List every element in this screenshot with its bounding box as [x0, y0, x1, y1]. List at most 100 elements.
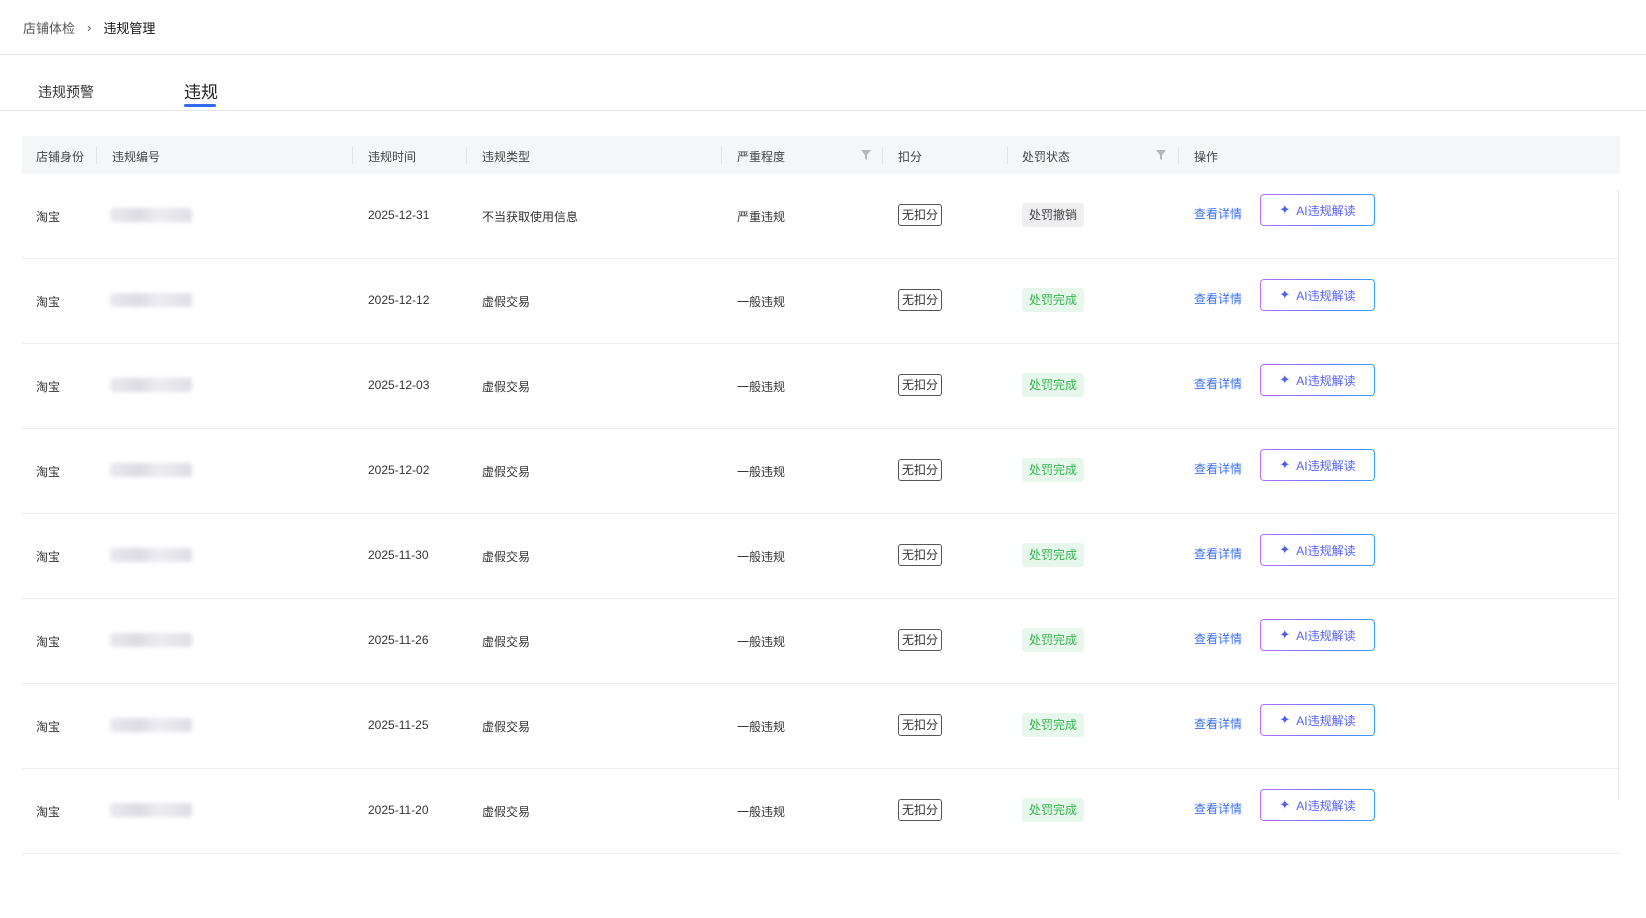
header-violation-type: 违规类型: [482, 150, 531, 164]
deduction-tag: 无扣分: [898, 544, 943, 566]
violation-no-cell-redacted: [110, 803, 192, 817]
penalty-status-badge: 处罚完成: [1022, 373, 1085, 397]
deduction-tag: 无扣分: [898, 459, 943, 481]
penalty-status-badge: 处罚完成: [1022, 458, 1085, 482]
ai-violation-explain-button[interactable]: ✦ AI违规解读: [1260, 534, 1375, 566]
violation-no-cell-redacted: [110, 633, 192, 647]
ai-button-label: AI违规解读: [1296, 288, 1356, 303]
ai-button-label: AI违规解读: [1296, 713, 1356, 728]
ai-violation-explain-button[interactable]: ✦ AI违规解读: [1260, 789, 1375, 821]
header-actions: 操作: [1194, 150, 1219, 164]
tab-violation-warning[interactable]: 违规预警: [38, 82, 94, 102]
header-violation-time: 违规时间: [368, 150, 417, 164]
violation-time-cell: 2025-12-12: [368, 293, 430, 307]
penalty-status-badge: 处罚完成: [1022, 543, 1085, 567]
violation-type-cell: 虚假交易: [482, 465, 531, 479]
view-details-link[interactable]: 查看详情: [1194, 205, 1242, 222]
table-row: 淘宝 2025-11-20 虚假交易 一般违规 无扣分 处罚完成 查看详情 ✦ …: [22, 769, 1620, 854]
violation-type-cell: 虚假交易: [482, 805, 531, 819]
table-row: 淘宝 2025-12-31 不当获取使用信息 严重违规 无扣分 处罚撤销 查看详…: [22, 174, 1620, 259]
header-shop-identity: 店铺身份: [36, 150, 85, 164]
severity-cell: 一般违规: [737, 295, 786, 309]
deduction-tag: 无扣分: [898, 714, 943, 736]
penalty-status-badge: 处罚完成: [1022, 288, 1085, 312]
ai-violation-explain-button[interactable]: ✦ AI违规解读: [1260, 279, 1375, 311]
header-severity: 严重程度: [737, 150, 786, 164]
chevron-right-icon: ›: [87, 19, 92, 35]
severity-cell: 一般违规: [737, 380, 786, 394]
header-violation-no: 违规编号: [112, 150, 161, 164]
violation-time-cell: 2025-11-20: [368, 803, 429, 817]
penalty-status-badge: 处罚完成: [1022, 798, 1085, 822]
ai-violation-explain-button[interactable]: ✦ AI违规解读: [1260, 449, 1375, 481]
deduction-tag: 无扣分: [898, 204, 943, 226]
view-details-link[interactable]: 查看详情: [1194, 545, 1242, 562]
violation-type-cell: 虚假交易: [482, 295, 531, 309]
sparkle-icon: ✦: [1279, 202, 1291, 217]
ai-button-label: AI违规解读: [1296, 543, 1356, 558]
column-divider: [96, 147, 97, 164]
severity-cell: 一般违规: [737, 465, 786, 479]
table-header: 店铺身份 违规编号 违规时间 违规类型 严重程度 扣分 处罚状态 操作: [22, 136, 1620, 174]
violation-no-cell-redacted: [110, 463, 192, 477]
table-row: 淘宝 2025-11-25 虚假交易 一般违规 无扣分 处罚完成 查看详情 ✦ …: [22, 684, 1620, 769]
sparkle-icon: ✦: [1279, 457, 1291, 472]
table-row: 淘宝 2025-11-30 虚假交易 一般违规 无扣分 处罚完成 查看详情 ✦ …: [22, 514, 1620, 599]
shop-identity-cell: 淘宝: [36, 295, 61, 309]
violation-type-cell: 虚假交易: [482, 720, 531, 734]
penalty-status-badge: 处罚完成: [1022, 628, 1085, 652]
violation-type-cell: 虚假交易: [482, 635, 531, 649]
view-details-link[interactable]: 查看详情: [1194, 630, 1242, 647]
violation-table: 店铺身份 违规编号 违规时间 违规类型 严重程度 扣分 处罚状态 操作 淘宝 2…: [22, 136, 1620, 854]
ai-violation-explain-button[interactable]: ✦ AI违规解读: [1260, 619, 1375, 651]
column-divider: [1178, 147, 1179, 164]
view-details-link[interactable]: 查看详情: [1194, 290, 1242, 307]
ai-violation-explain-button[interactable]: ✦ AI违规解读: [1260, 194, 1375, 226]
table-row: 淘宝 2025-11-26 虚假交易 一般违规 无扣分 处罚完成 查看详情 ✦ …: [22, 599, 1620, 684]
column-divider: [721, 147, 722, 164]
violation-no-cell-redacted: [110, 548, 192, 562]
ai-violation-explain-button[interactable]: ✦ AI违规解读: [1260, 704, 1375, 736]
deduction-tag: 无扣分: [898, 799, 943, 821]
severity-cell: 一般违规: [737, 805, 786, 819]
ai-button-label: AI违规解读: [1296, 373, 1356, 388]
filter-icon[interactable]: [861, 150, 871, 160]
shop-identity-cell: 淘宝: [36, 635, 61, 649]
shop-identity-cell: 淘宝: [36, 805, 61, 819]
ai-button-label: AI违规解读: [1296, 798, 1356, 813]
violation-time-cell: 2025-12-02: [368, 463, 430, 477]
header-deduction: 扣分: [898, 150, 923, 164]
violation-no-cell-redacted: [110, 378, 192, 392]
severity-cell: 一般违规: [737, 720, 786, 734]
ai-button-label: AI违规解读: [1296, 203, 1356, 218]
shop-identity-cell: 淘宝: [36, 720, 61, 734]
ai-button-label: AI违规解读: [1296, 628, 1356, 643]
sparkle-icon: ✦: [1279, 287, 1291, 302]
table-row: 淘宝 2025-12-02 虚假交易 一般违规 无扣分 处罚完成 查看详情 ✦ …: [22, 429, 1620, 514]
column-divider: [882, 147, 883, 164]
severity-cell: 严重违规: [737, 210, 786, 224]
violation-time-cell: 2025-12-03: [368, 378, 430, 392]
severity-cell: 一般违规: [737, 550, 786, 564]
view-details-link[interactable]: 查看详情: [1194, 375, 1242, 392]
violation-type-cell: 不当获取使用信息: [482, 210, 579, 224]
violation-time-cell: 2025-12-31: [368, 208, 430, 222]
filter-icon[interactable]: [1156, 150, 1166, 160]
view-details-link[interactable]: 查看详情: [1194, 800, 1242, 817]
ai-violation-explain-button[interactable]: ✦ AI违规解读: [1260, 364, 1375, 396]
sparkle-icon: ✦: [1279, 372, 1291, 387]
violation-time-cell: 2025-11-26: [368, 633, 429, 647]
view-details-link[interactable]: 查看详情: [1194, 460, 1242, 477]
sparkle-icon: ✦: [1279, 797, 1291, 812]
ai-button-label: AI违规解读: [1296, 458, 1356, 473]
violation-no-cell-redacted: [110, 718, 192, 732]
violation-type-cell: 虚假交易: [482, 550, 531, 564]
breadcrumb-current: 违规管理: [103, 20, 156, 36]
tab-violation[interactable]: 违规: [184, 78, 218, 103]
severity-cell: 一般违规: [737, 635, 786, 649]
breadcrumb-parent-link[interactable]: 店铺体检: [23, 18, 75, 37]
view-details-link[interactable]: 查看详情: [1194, 715, 1242, 732]
table-row: 淘宝 2025-12-12 虚假交易 一般违规 无扣分 处罚完成 查看详情 ✦ …: [22, 259, 1620, 344]
shop-identity-cell: 淘宝: [36, 550, 61, 564]
scrollbar-track[interactable]: [1618, 190, 1619, 800]
